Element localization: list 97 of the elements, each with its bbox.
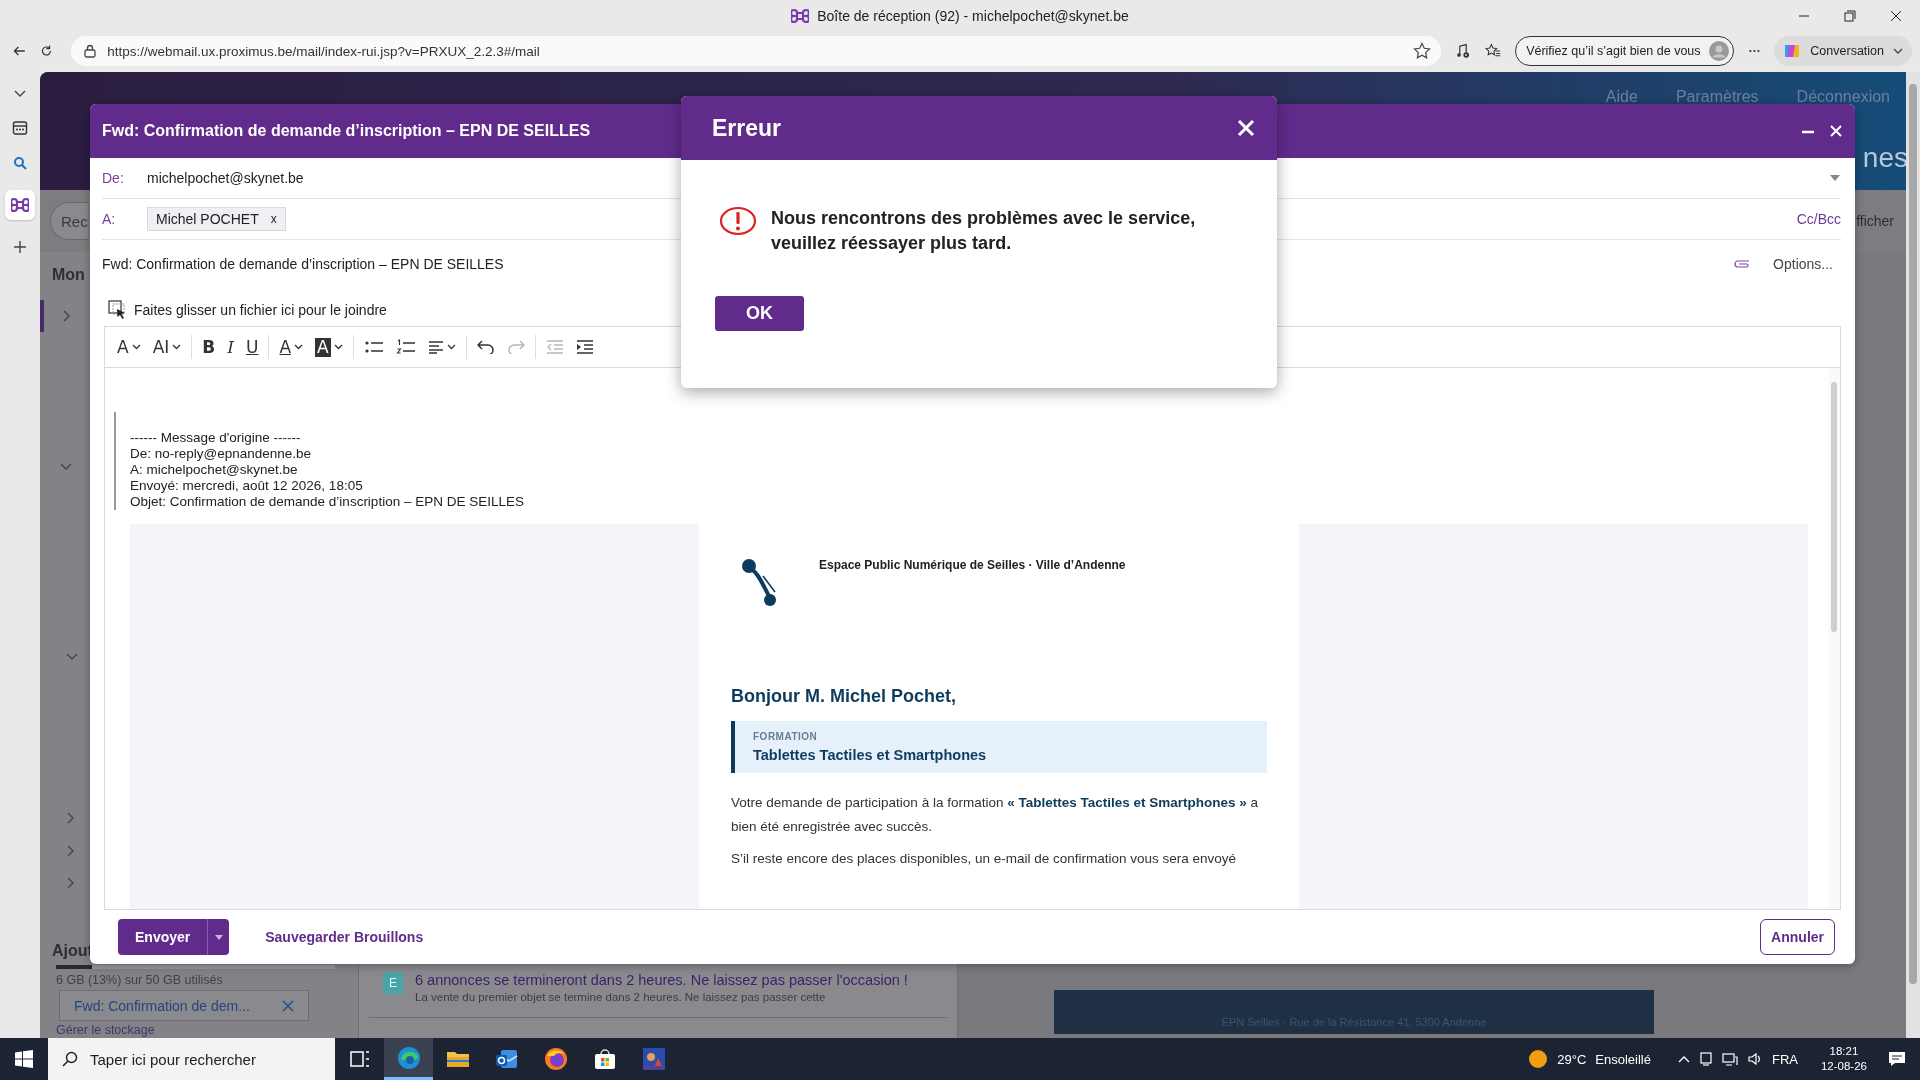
- network-icon[interactable]: [1721, 1051, 1738, 1067]
- bold-button[interactable]: B: [196, 331, 222, 363]
- caret-icon: [333, 344, 343, 350]
- editor-scrollbar[interactable]: [1828, 368, 1840, 909]
- lock-icon: [83, 44, 98, 58]
- send-options-button[interactable]: [207, 919, 230, 955]
- avatar-icon: [1708, 41, 1729, 61]
- caret-icon: [294, 344, 304, 350]
- underline-button[interactable]: U: [240, 331, 265, 363]
- conversation-button[interactable]: Conversation: [1774, 36, 1912, 66]
- input-language[interactable]: FRA: [1771, 1051, 1798, 1067]
- recipient-chip[interactable]: Michel POCHET x: [147, 207, 286, 231]
- music-icon[interactable]: [1455, 41, 1472, 61]
- redo-icon: [506, 340, 525, 354]
- temperature: 29°C: [1557, 1051, 1587, 1067]
- text-color-button[interactable]: A: [273, 331, 310, 363]
- browser-icon[interactable]: [384, 1038, 433, 1080]
- email-paragraph: S’il reste encore des places disponibles, un e-mail de confirmation vous sera envoyé: [731, 850, 1238, 868]
- weather-label: Ensoleillé: [1595, 1051, 1651, 1067]
- paperclip-icon[interactable]: [1733, 258, 1752, 270]
- chevron-right-icon: [62, 310, 72, 322]
- app-icon: [791, 7, 810, 25]
- email-paragraph: Votre demande de participation à la formation « Tablettes Tactiles et Smartphones » a bien été enregistrée avec succès.: [731, 794, 1260, 836]
- dialog-title: Erreur: [712, 114, 782, 142]
- cancel-button[interactable]: Annuler: [1760, 919, 1835, 955]
- quoted-header-line: ------ Message d'origine ------: [130, 430, 302, 446]
- highlight-button[interactable]: A: [309, 331, 349, 363]
- ok-button[interactable]: OK: [715, 296, 804, 331]
- from-address[interactable]: michelpochet@skynet.be: [147, 170, 304, 186]
- clock-time[interactable]: 18:21: [1829, 1044, 1859, 1059]
- clock-date[interactable]: 12-08-26: [1820, 1059, 1867, 1074]
- from-label: De:: [102, 170, 125, 186]
- formation-label: FORMATION: [753, 731, 819, 742]
- formation-title: Tablettes Tactiles et Smartphones: [753, 747, 988, 763]
- notification-icon[interactable]: [1888, 1050, 1906, 1068]
- subject-field[interactable]: Fwd: Confirmation de demande d’inscription – EPN DE SEILLES: [102, 256, 504, 272]
- search-icon: [62, 1051, 78, 1067]
- page-scrollbar[interactable]: [1906, 72, 1920, 1038]
- task-view-glyph-icon: [348, 1048, 371, 1070]
- undo-icon: [476, 340, 495, 354]
- chevron-right-icon[interactable]: [66, 812, 76, 824]
- bullet-list-icon: [363, 339, 384, 355]
- close-icon[interactable]: [1890, 10, 1902, 22]
- compose-title: Fwd: Confirmation de demande d’inscription – EPN DE SEILLES: [102, 122, 591, 140]
- restore-icon[interactable]: [1844, 10, 1856, 22]
- sender-badge: E: [383, 972, 403, 994]
- calendar-icon[interactable]: [12, 120, 28, 136]
- chevron-right-icon[interactable]: [66, 845, 76, 857]
- remove-recipient-button[interactable]: x: [270, 212, 277, 226]
- caret-icon: [446, 344, 456, 350]
- chevron-up-icon[interactable]: [1677, 1054, 1690, 1064]
- to-label: A:: [102, 211, 117, 227]
- greeting: Bonjour M. Michel Pochet,: [731, 686, 957, 707]
- plus-icon[interactable]: [13, 240, 27, 254]
- font-button[interactable]: A: [111, 331, 147, 363]
- page-heading: nes: [1862, 142, 1908, 174]
- attach-hint: Faites glisser un fichier ici pour le joindre: [134, 302, 387, 318]
- message-subject[interactable]: 6 annonces se termineront dans 2 heures. Ne laissez pas passer l'occasion !: [415, 972, 908, 988]
- caret-icon: [172, 344, 182, 350]
- speaker-icon[interactable]: [1746, 1051, 1763, 1067]
- message-preview: La vente du premier objet se termine dans 2 heures. Ne laissez pas passer cette: [415, 991, 827, 1003]
- caret-icon[interactable]: [1829, 174, 1841, 182]
- device-icon[interactable]: [1698, 1051, 1713, 1067]
- outdent-icon: [545, 340, 564, 354]
- search-icon[interactable]: [13, 156, 27, 170]
- organisation-name: Espace Public Numérique de Seilles · Ville d’Andenne: [819, 557, 1126, 572]
- quoted-header-line: Envoyé: mercredi, août 12 2026, 18:05: [130, 478, 364, 494]
- quoted-header-line: A: michelpochet@skynet.be: [130, 462, 299, 478]
- options-menu[interactable]: Options...: [1773, 256, 1833, 272]
- taskbar-search-field[interactable]: Taper ici pour rechercher: [48, 1038, 335, 1080]
- error-icon: [719, 206, 757, 236]
- address-field[interactable]: https://webmail.ux.proximus.be/mail/index-rui.jsp?v=PRXUX_2.2.3#/mail: [71, 36, 1442, 66]
- command-icon: [11, 196, 29, 214]
- send-button[interactable]: Envoyer: [118, 919, 208, 955]
- numbered-list-icon: [395, 339, 416, 355]
- align-icon: [427, 340, 444, 354]
- quoted-header-line: De: no-reply@epnandenne.be: [130, 446, 313, 462]
- drag-file-icon: [108, 300, 128, 320]
- folder-heading: Mon: [52, 266, 85, 284]
- caret-icon: [214, 934, 223, 940]
- window-title: Boîte de réception (92) - michelpochet@skynet.be: [817, 8, 1129, 24]
- chevron-right-icon[interactable]: [66, 877, 76, 889]
- quoted-header-line: Objet: Confirmation de demande d’inscription – EPN DE SEILLES: [130, 494, 525, 510]
- caret-icon: [131, 344, 141, 350]
- font-size-button[interactable]: AI: [146, 331, 188, 363]
- star-icon[interactable]: [1413, 42, 1432, 60]
- windows-logo-icon[interactable]: [15, 1050, 33, 1068]
- identity-button[interactable]: Vérifiez qu’il s’agit bien de vous: [1515, 36, 1734, 66]
- italic-button[interactable]: I: [221, 331, 240, 363]
- app-tile[interactable]: [5, 190, 35, 220]
- storage-usage: 6 GB (13%) sur 50 GB utilisés: [56, 973, 223, 987]
- save-draft-button[interactable]: Sauvegarder Brouillons: [259, 928, 430, 946]
- cc-bcc-link[interactable]: Cc/Bcc: [1796, 211, 1841, 227]
- refresh-icon[interactable]: [40, 43, 54, 59]
- sun-icon: [1528, 1049, 1549, 1069]
- error-message: Nous rencontrons des problèmes avec le service, veuillez réessayer plus tard.: [771, 207, 1197, 255]
- indent-icon: [575, 340, 594, 354]
